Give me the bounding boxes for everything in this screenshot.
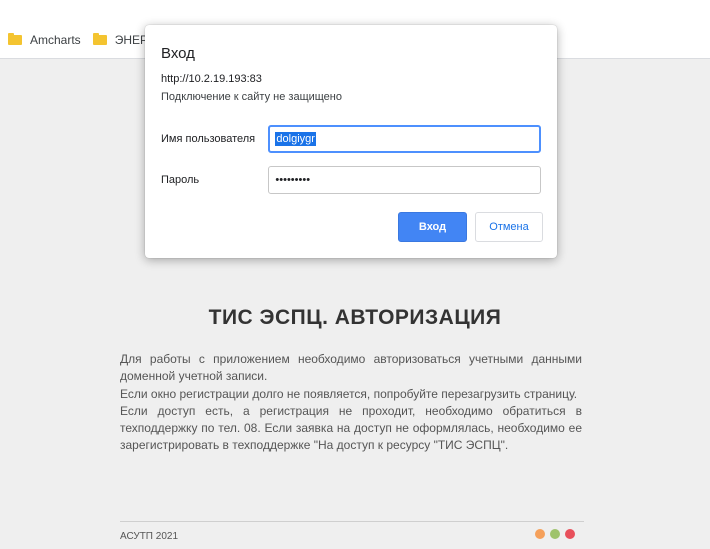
password-input[interactable]: ••••••••• — [268, 166, 541, 194]
dot-green-icon — [550, 529, 560, 539]
dot-orange-icon — [535, 529, 545, 539]
dot-red-icon — [565, 529, 575, 539]
dialog-security-warning: Подключение к сайту не защищено — [161, 91, 342, 103]
cancel-button[interactable]: Отмена — [475, 212, 543, 242]
username-row: Имя пользователя dolgiygr — [161, 125, 541, 153]
dialog-url: http://10.2.19.193:83 — [161, 73, 262, 85]
login-button[interactable]: Вход — [398, 212, 467, 242]
login-dialog: Вход http://10.2.19.193:83 Подключение к… — [145, 25, 557, 258]
folder-icon — [92, 33, 107, 45]
password-value: ••••••••• — [275, 174, 311, 186]
folder-icon — [8, 33, 22, 45]
status-dots — [530, 529, 575, 539]
page-description: Для работы с приложением необходимо авто… — [120, 352, 582, 453]
top-strip — [0, 0, 710, 22]
footer-text: АСУТП 2021 — [120, 531, 179, 542]
bookmark-amcharts[interactable]: Amcharts — [8, 33, 81, 47]
dialog-buttons: Вход Отмена — [398, 212, 543, 242]
dialog-title: Вход — [161, 45, 195, 62]
bookmark-label: Amcharts — [30, 33, 81, 47]
footer-divider — [120, 521, 584, 522]
page-title: ТИС ЭСПЦ. АВТОРИЗАЦИЯ — [208, 306, 502, 329]
password-label: Пароль — [161, 174, 200, 186]
username-input[interactable]: dolgiygr — [268, 125, 541, 153]
username-label: Имя пользователя — [161, 133, 256, 145]
password-row: Пароль ••••••••• — [161, 166, 541, 194]
username-value: dolgiygr — [275, 132, 316, 146]
